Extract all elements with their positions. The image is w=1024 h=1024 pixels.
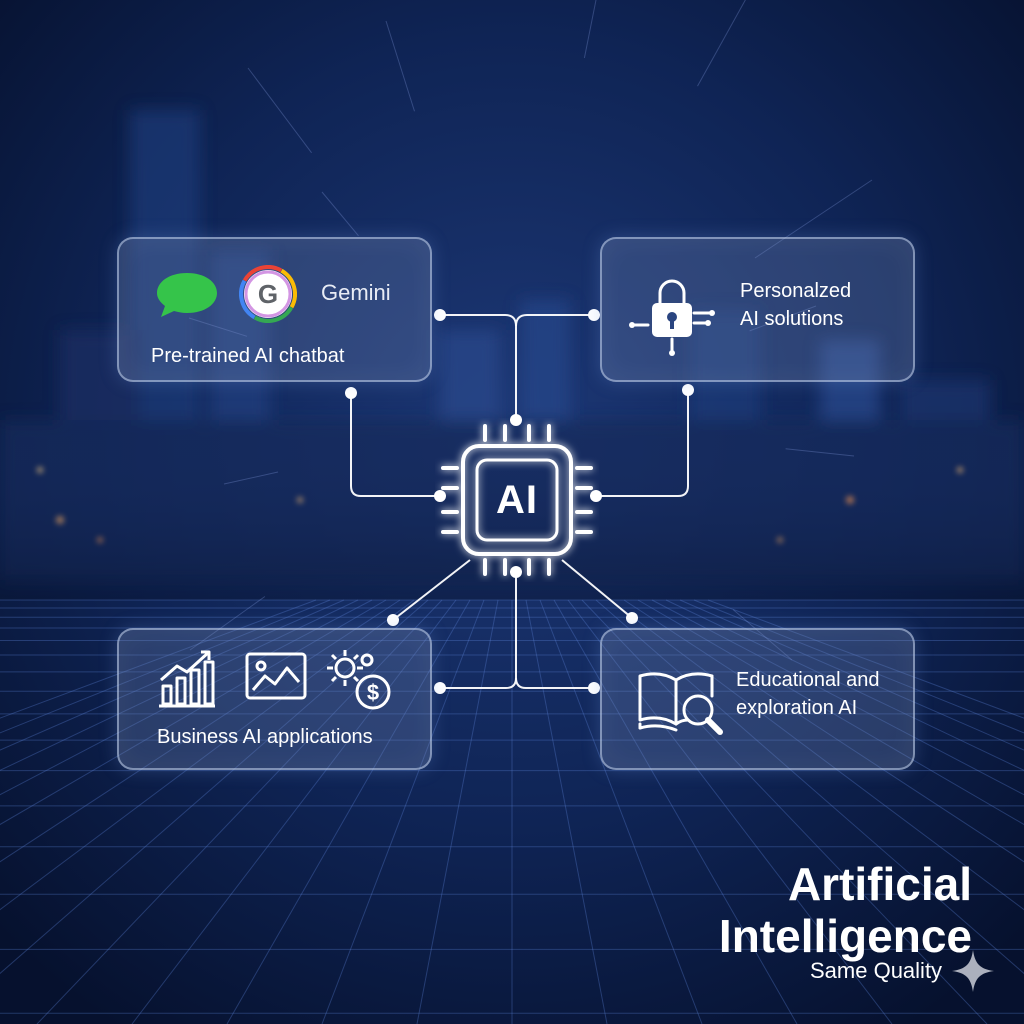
- wire-bottom: [440, 572, 517, 689]
- wire-right-mid: [596, 390, 689, 497]
- chip-label: AI: [496, 477, 538, 522]
- card-label-line2: AI solutions: [740, 308, 844, 330]
- wire-node: [626, 612, 638, 624]
- card-personalized-ai: Personalzed AI solutions: [600, 237, 915, 382]
- card-educational-ai: Educational and exploration AI: [600, 628, 915, 770]
- wire-node: [682, 384, 694, 396]
- wire-node: [434, 309, 446, 321]
- wire-node: [434, 682, 446, 694]
- wire-left-mid: [350, 393, 440, 497]
- card-label-line1: Personalzed: [740, 280, 852, 302]
- wire-bottom-right: [515, 677, 594, 689]
- google-g-icon: G: [239, 265, 297, 323]
- brand-title: Artificial Intelligence: [719, 858, 972, 962]
- wire-top-left: [440, 314, 517, 420]
- book-magnifier-icon: [638, 672, 723, 735]
- brand-subtitle: Same Quality: [810, 958, 943, 983]
- card-label: Business AI applications: [157, 726, 373, 748]
- svg-text:$: $: [367, 680, 379, 705]
- ai-chip: AI: [435, 418, 599, 582]
- padlock-network-icon: [629, 279, 715, 356]
- gemini-brand-label: Gemini: [321, 280, 391, 305]
- card-pretrained-chatbot: G Gemini Pre-trained AI chatbat: [117, 237, 432, 382]
- brand-title-line2: Intelligence: [718, 910, 972, 962]
- sparkle-icon: [952, 950, 994, 992]
- chat-bubble-icon: [157, 273, 217, 317]
- card-label-line1: Educational and: [736, 669, 880, 691]
- wire-node: [588, 309, 600, 321]
- wire-top-right: [515, 314, 594, 327]
- wire-node: [345, 387, 357, 399]
- gears-dollar-icon: $: [327, 650, 391, 710]
- wire-node: [387, 614, 399, 626]
- card-label: Personalzed AI solutions: [740, 277, 851, 333]
- card-label-line2: exploration AI: [736, 697, 858, 719]
- bar-chart-growth-icon: [159, 650, 215, 708]
- svg-text:G: G: [258, 279, 278, 309]
- card-label: Educational and exploration AI: [736, 666, 879, 722]
- card-business-ai: $ Business AI applications: [117, 628, 432, 770]
- image-chart-icon: [245, 652, 307, 700]
- wire-node: [588, 682, 600, 694]
- card-label: Pre-trained AI chatbat: [151, 345, 345, 367]
- brand-title-line1: Artificial: [787, 858, 972, 910]
